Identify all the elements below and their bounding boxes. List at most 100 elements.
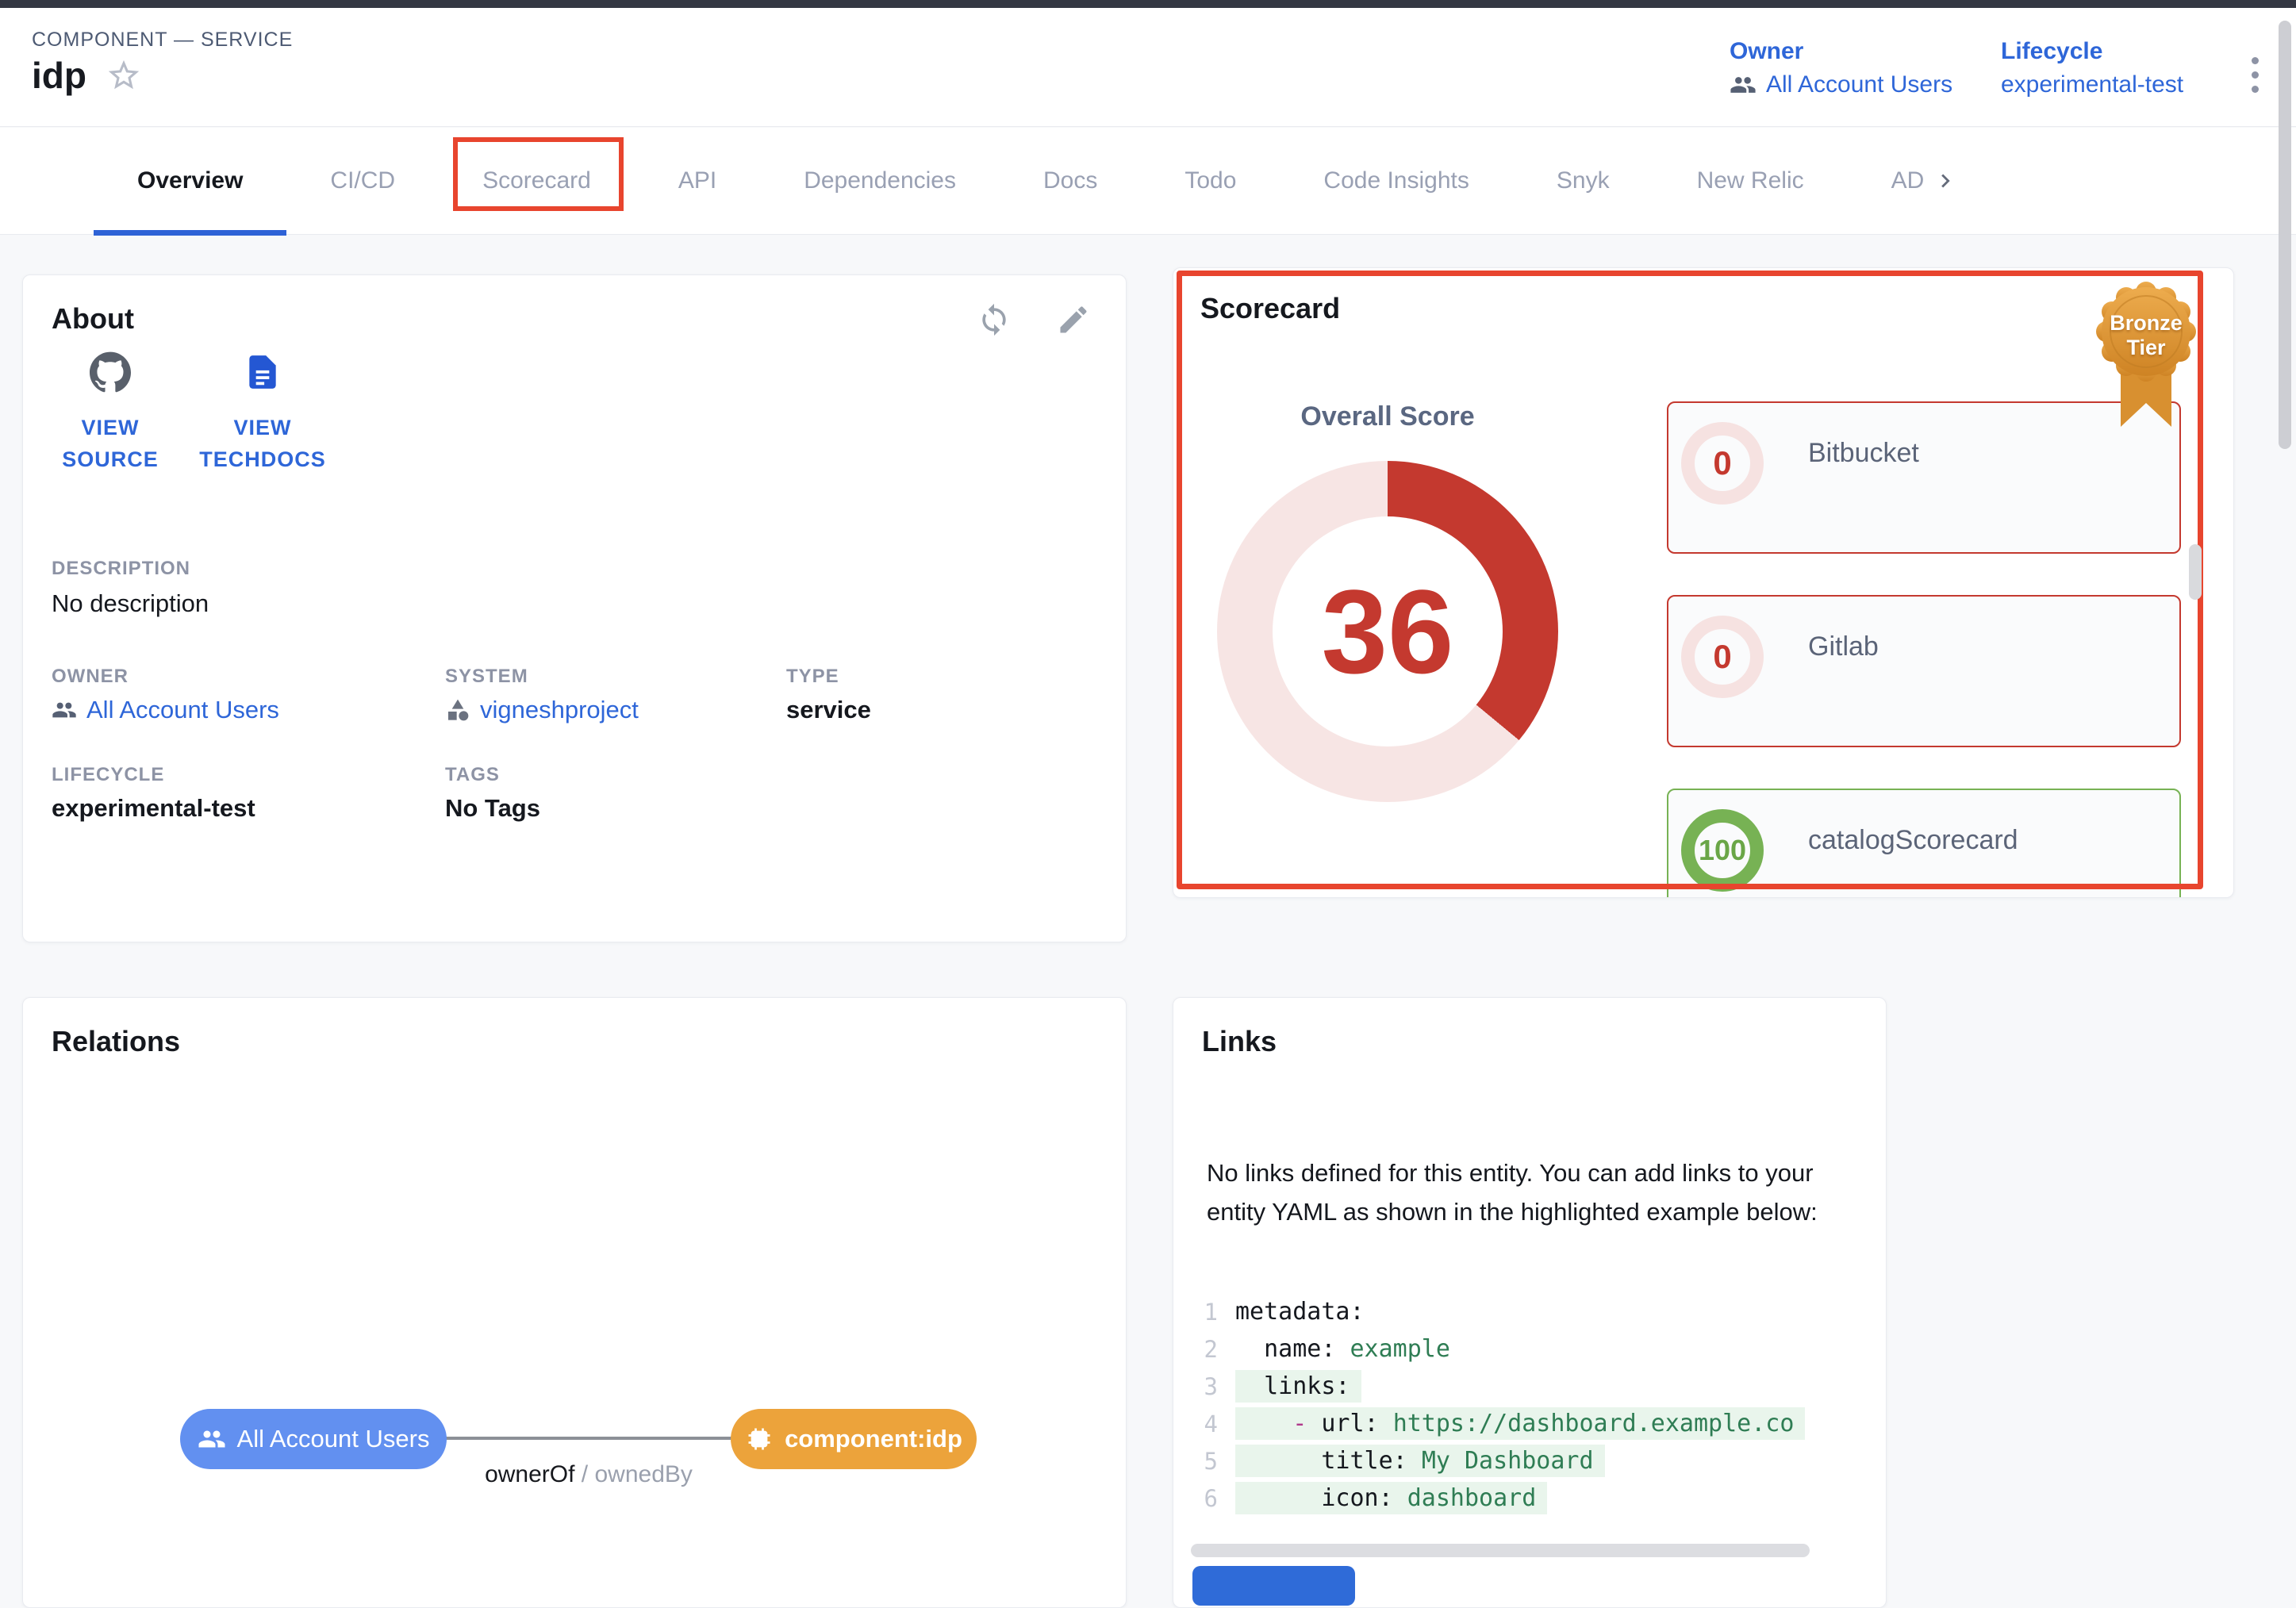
code-line-number: 3 (1197, 1373, 1235, 1400)
tab-api[interactable]: API (635, 128, 760, 235)
system-field-link[interactable]: vigneshproject (445, 696, 639, 724)
relation-edge-label: ownerOf / ownedBy (447, 1461, 731, 1488)
view-source-label: VIEW SOURCE (47, 412, 174, 475)
star-favorite-icon[interactable] (106, 57, 142, 94)
relation-node-label: component:idp (785, 1425, 962, 1453)
code-line: 5 title: My Dashboard (1197, 1442, 1868, 1479)
code-block: 1metadata:2 name: example3 links:4 - url… (1197, 1293, 1868, 1517)
links-empty-text: No links defined for this entity. You ca… (1207, 1153, 1854, 1231)
people-icon (52, 697, 77, 723)
tags-field-value: No Tags (445, 794, 540, 823)
code-line: 2 name: example (1197, 1330, 1868, 1368)
kebab-menu-icon[interactable] (2247, 52, 2263, 98)
code-line: 1metadata: (1197, 1293, 1868, 1330)
github-icon (47, 351, 174, 393)
chip-icon (745, 1425, 774, 1453)
bronze-tier-label: Bronze Tier (2094, 311, 2198, 360)
owner-link[interactable]: All Account Users (1730, 71, 1952, 98)
category-icon (445, 697, 470, 723)
tab-todo[interactable]: Todo (1141, 128, 1280, 235)
techdocs-icon (191, 351, 334, 393)
score-item-name: Gitlab (1808, 631, 1879, 662)
page-scrollbar[interactable] (2279, 21, 2291, 449)
scorecard-item-catalogscorecard[interactable]: 100 catalogScorecard (1667, 789, 2181, 898)
overall-score-gauge: 36 (1217, 461, 1558, 802)
page-header: COMPONENT — SERVICE idp Owner All Accoun… (0, 8, 2296, 127)
scorecard-card: Scorecard Bronze Tier Overall Score 36 (1173, 267, 2234, 898)
code-line-number: 2 (1197, 1336, 1235, 1363)
refresh-icon[interactable] (977, 302, 1012, 337)
tab-bar: OverviewCI/CDScorecardAPIDependenciesDoc… (0, 128, 2296, 235)
breadcrumb: COMPONENT — SERVICE (32, 29, 293, 52)
tab-bar-items: OverviewCI/CDScorecardAPIDependenciesDoc… (94, 128, 1924, 235)
edit-icon[interactable] (1056, 302, 1091, 337)
score-ring: 100 (1681, 809, 1764, 892)
tab-ci-cd[interactable]: CI/CD (286, 128, 439, 235)
description-label: DESCRIPTION (52, 558, 190, 580)
score-item-name: catalogScorecard (1808, 825, 2018, 856)
code-horizontal-scrollbar[interactable] (1191, 1544, 1810, 1557)
view-techdocs-label: VIEW TECHDOCS (191, 412, 334, 475)
relation-node-component-idp[interactable]: component:idp (731, 1409, 977, 1469)
tab-overview[interactable]: Overview (94, 128, 286, 235)
tags-field-label: TAGS (445, 764, 500, 786)
about-title: About (52, 302, 134, 336)
code-line-content: name: example (1235, 1333, 1461, 1365)
scorecard-title: Scorecard (1200, 292, 1340, 325)
tab-snyk[interactable]: Snyk (1513, 128, 1653, 235)
tab-new-relic[interactable]: New Relic (1653, 128, 1848, 235)
view-techdocs-link[interactable]: VIEW TECHDOCS (191, 351, 334, 475)
top-dark-bar (0, 0, 2296, 8)
code-line-content: icon: dashboard (1235, 1482, 1547, 1514)
type-field-value: service (786, 696, 871, 724)
scorecard-scrollbar[interactable] (2189, 544, 2202, 600)
code-line: 3 links: (1197, 1368, 1868, 1405)
overall-score-value: 36 (1217, 461, 1558, 802)
scorecard-item-gitlab[interactable]: 0 Gitlab (1667, 595, 2181, 747)
code-line-content: title: My Dashboard (1235, 1445, 1605, 1477)
owner-field-link[interactable]: All Account Users (52, 696, 279, 724)
relation-edge-line (443, 1437, 734, 1440)
bronze-tier-badge: Bronze Tier (2094, 281, 2198, 436)
relation-node-all-account-users[interactable]: All Account Users (180, 1409, 447, 1469)
score-ring: 0 (1681, 422, 1764, 505)
people-icon (1730, 71, 1757, 98)
relations-title: Relations (52, 1025, 180, 1058)
overall-score-label: Overall Score (1197, 401, 1578, 432)
code-line-content: metadata: (1235, 1295, 1376, 1328)
links-title: Links (1202, 1025, 1277, 1058)
owner-field-value: All Account Users (86, 696, 279, 724)
page-title: idp (32, 54, 86, 97)
type-field-label: TYPE (786, 666, 839, 688)
tab-docs[interactable]: Docs (1000, 128, 1141, 235)
relations-card: Relations All Account Users component:id… (22, 997, 1127, 1608)
code-line: 6 icon: dashboard (1197, 1479, 1868, 1517)
code-line-number: 5 (1197, 1448, 1235, 1475)
system-field-value: vigneshproject (480, 696, 639, 724)
description-value: No description (52, 589, 209, 618)
relation-node-label: All Account Users (237, 1425, 430, 1453)
lifecycle-value: experimental-test (2001, 71, 2183, 98)
view-source-link[interactable]: VIEW SOURCE (47, 351, 174, 475)
code-line-number: 6 (1197, 1485, 1235, 1512)
owner-field-label: OWNER (52, 666, 129, 688)
links-card: Links No links defined for this entity. … (1173, 997, 1887, 1608)
code-line-content: links: (1235, 1370, 1361, 1403)
people-icon (198, 1425, 226, 1453)
tab-scorecard[interactable]: Scorecard (439, 128, 635, 235)
score-ring: 0 (1681, 616, 1764, 698)
code-line-content: - url: https://dashboard.example.co (1235, 1407, 1805, 1440)
lifecycle-label: Lifecycle (2001, 38, 2183, 65)
about-card: About VIEW SOURCE VIEW TECHDOCS DESCRIPT… (22, 274, 1127, 942)
lifecycle-field-value: experimental-test (52, 794, 255, 823)
tab-code-insights[interactable]: Code Insights (1280, 128, 1512, 235)
tab-dependencies[interactable]: Dependencies (760, 128, 1000, 235)
owner-value: All Account Users (1766, 71, 1952, 98)
tab-ad[interactable]: AD (1848, 128, 1925, 235)
chevron-right-icon[interactable] (1932, 167, 1959, 194)
code-line-number: 1 (1197, 1299, 1235, 1326)
score-item-name: Bitbucket (1808, 438, 1919, 469)
lifecycle-field-label: LIFECYCLE (52, 764, 164, 786)
owner-label: Owner (1730, 38, 1952, 65)
system-field-label: SYSTEM (445, 666, 528, 688)
